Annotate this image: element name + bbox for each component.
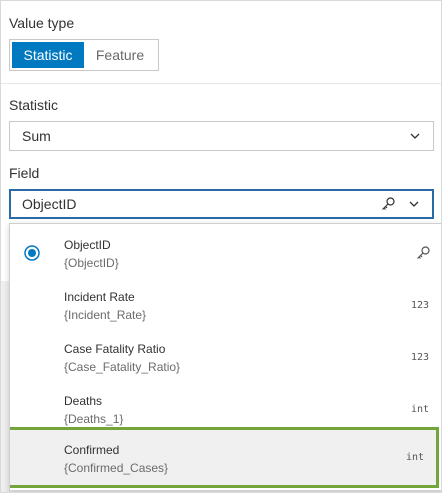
field-option-expression: {Case_Fatality_Ratio} (64, 360, 181, 374)
field-option-name: Deaths (64, 394, 103, 408)
settings-panel: Value type Statistic Feature Statistic S… (0, 0, 442, 493)
field-option-name: ObjectID (64, 238, 111, 252)
field-value: ObjectID (22, 196, 77, 212)
field-option-objectid[interactable]: ObjectID {ObjectID} (10, 228, 441, 280)
field-type-number-icon: 123 (410, 352, 429, 363)
statistic-toggle[interactable]: Statistic (12, 42, 84, 68)
statistic-label: Statistic (9, 97, 59, 113)
section-divider (1, 83, 441, 84)
field-option-name: Confirmed (64, 443, 120, 457)
field-option-case-fatality-ratio[interactable]: Case Fatality Ratio {Case_Fatality_Ratio… (10, 332, 441, 384)
feature-toggle[interactable]: Feature (84, 42, 156, 68)
field-option-expression: {Deaths_1} (64, 412, 124, 426)
field-option-name: Case Fatality Ratio (64, 342, 166, 356)
field-type-integer-icon: int (410, 404, 429, 415)
key-icon (417, 246, 430, 259)
chevron-down-icon (410, 133, 420, 139)
field-option-expression: {ObjectID} (64, 256, 119, 270)
field-option-confirmed[interactable]: Confirmed {Confirmed_Cases} int (10, 427, 439, 488)
field-dropdown-list: ObjectID {ObjectID} Incident Rate {Incid… (9, 223, 441, 491)
field-option-expression: {Confirmed_Cases} (64, 461, 169, 475)
field-label: Field (9, 165, 40, 181)
value-type-segmented-control: Statistic Feature (9, 39, 159, 71)
radio-selected-icon (24, 245, 40, 261)
field-type-number-icon: 123 (410, 300, 429, 311)
field-type-integer-icon: int (405, 452, 424, 463)
key-icon (382, 197, 395, 210)
field-select[interactable]: ObjectID (9, 189, 434, 219)
field-option-expression: {Incident_Rate} (64, 308, 147, 322)
value-type-label: Value type (9, 15, 75, 31)
field-option-name: Incident Rate (64, 290, 135, 304)
statistic-select[interactable]: Sum (9, 121, 434, 151)
chevron-down-icon (409, 201, 419, 207)
statistic-value: Sum (22, 128, 51, 144)
field-option-incident-rate[interactable]: Incident Rate {Incident_Rate} 123 (10, 280, 441, 332)
